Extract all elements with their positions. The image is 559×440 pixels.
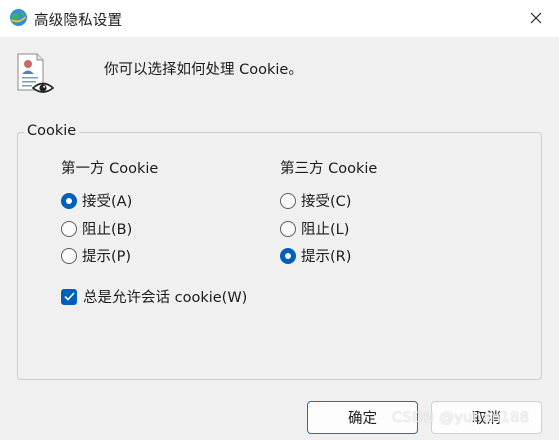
radio-button[interactable]: [280, 220, 296, 237]
third-party-accept-radio[interactable]: 接受(C): [280, 190, 351, 211]
radio-label: 阻止(L): [301, 222, 350, 238]
cookie-group-label: Cookie: [24, 123, 80, 139]
radio-label: 提示(P): [82, 249, 132, 265]
radio-button-checked[interactable]: [280, 247, 296, 264]
title-bar[interactable]: 高级隐私设置: [0, 0, 559, 37]
internet-options-globe-icon: [9, 8, 28, 27]
close-icon: [530, 9, 542, 28]
first-party-accept-radio[interactable]: 接受(A): [61, 190, 132, 211]
window-title: 高级隐私设置: [34, 13, 123, 29]
radio-button[interactable]: [61, 220, 77, 237]
checkmark-icon: [63, 292, 75, 301]
radio-label: 接受(C): [301, 194, 352, 210]
close-button[interactable]: [513, 0, 559, 37]
advanced-privacy-settings-dialog: 高级隐私设置 你可以选择如何处理 Cookie。 Cookie 第一方 Cook…: [0, 0, 559, 440]
third-party-block-radio[interactable]: 阻止(L): [280, 218, 349, 239]
intro-text: 你可以选择如何处理 Cookie。: [104, 62, 303, 78]
radio-button[interactable]: [61, 247, 77, 264]
checkbox-checked[interactable]: [61, 288, 77, 305]
cancel-button[interactable]: 取消: [431, 401, 542, 434]
radio-label: 接受(A): [82, 194, 133, 210]
always-allow-session-cookies-checkbox[interactable]: 总是允许会话 cookie(W): [61, 286, 247, 307]
radio-button-checked[interactable]: [61, 192, 77, 209]
third-party-heading: 第三方 Cookie: [280, 161, 378, 177]
first-party-heading: 第一方 Cookie: [61, 161, 159, 177]
radio-button[interactable]: [280, 192, 296, 209]
first-party-prompt-radio[interactable]: 提示(P): [61, 245, 131, 266]
ok-button[interactable]: 确定: [307, 401, 418, 434]
radio-label: 阻止(B): [82, 222, 133, 238]
first-party-block-radio[interactable]: 阻止(B): [61, 218, 132, 239]
third-party-prompt-radio[interactable]: 提示(R): [280, 245, 351, 266]
privacy-document-eye-icon: [15, 52, 57, 96]
checkbox-label: 总是允许会话 cookie(W): [83, 290, 248, 306]
radio-label: 提示(R): [301, 249, 352, 265]
